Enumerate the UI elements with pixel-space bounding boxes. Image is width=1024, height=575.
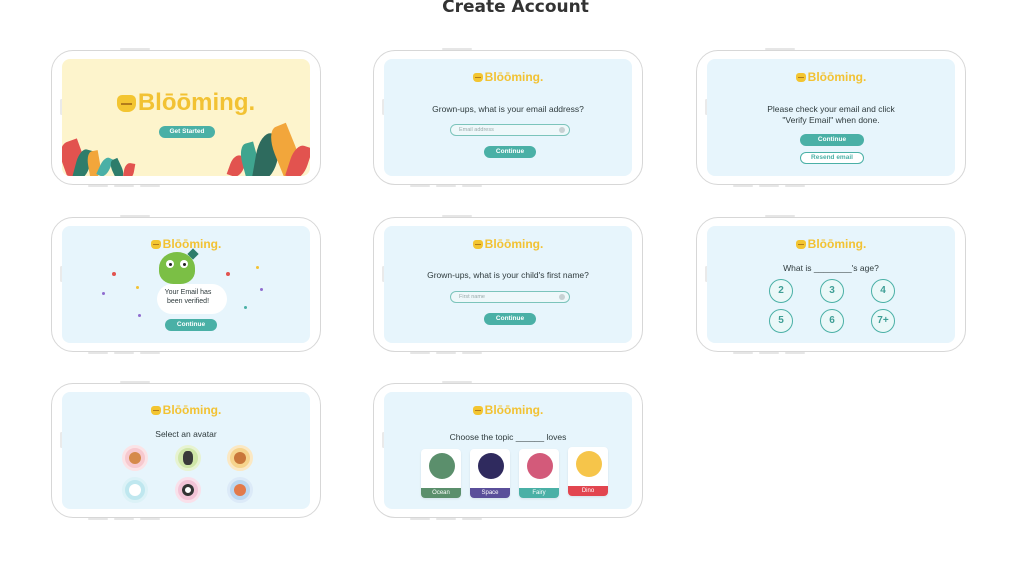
phone-child-name: Blōōming. Grown-ups, what is your child'… (373, 215, 643, 354)
bee-icon (472, 73, 483, 82)
bee-icon (795, 73, 806, 82)
clear-icon[interactable] (559, 294, 565, 300)
space-icon (478, 453, 504, 479)
brand-logo: Blōōming. (384, 237, 632, 251)
zebra-avatar[interactable] (175, 445, 201, 471)
continue-button[interactable]: Continue (484, 146, 536, 158)
brand-logo: Blōōming. (384, 403, 632, 417)
bee-icon (472, 240, 483, 249)
phone-avatar: Blōōming. Select an avatar (51, 381, 321, 520)
continue-button[interactable]: Continue (484, 313, 536, 325)
get-started-button[interactable]: Get Started (159, 126, 215, 138)
fairy-castle-icon (527, 453, 553, 479)
bee-icon (472, 406, 483, 415)
brand-logo: Blōōming. (707, 70, 955, 84)
verified-message-line2: been verified! (166, 298, 210, 305)
age-option-6[interactable]: 6 (820, 309, 844, 333)
welcome-screen: Blōōming. Get Started (62, 59, 310, 176)
topic-card-dino[interactable]: Dino (568, 447, 608, 496)
email-prompt: Grown-ups, what is your email address? (432, 104, 584, 114)
avatar-screen: Blōōming. Select an avatar (62, 392, 310, 509)
resend-email-button[interactable]: Resend email (800, 152, 864, 164)
dino-icon (576, 451, 602, 477)
phone-age: Blōōming. What is ________'s age? 2 3 4 … (696, 215, 966, 354)
bee-icon (795, 240, 806, 249)
age-option-2[interactable]: 2 (769, 279, 793, 303)
age-option-5[interactable]: 5 (769, 309, 793, 333)
topic-prompt: Choose the topic ______ loves (449, 432, 567, 442)
age-option-4[interactable]: 4 (871, 279, 895, 303)
page-title: Create Account (442, 0, 589, 17)
age-option-3[interactable]: 3 (820, 279, 844, 303)
topic-card-space[interactable]: Space (470, 449, 510, 498)
verify-screen: Blōōming. Please check your email and cl… (707, 59, 955, 176)
phone-verify: Blōōming. Please check your email and cl… (696, 48, 966, 187)
phone-topic: Blōōming. Choose the topic ______ loves … (373, 381, 643, 520)
bear-avatar[interactable] (122, 445, 148, 471)
age-option-7-plus[interactable]: 7+ (871, 309, 895, 333)
child-name-screen: Blōōming. Grown-ups, what is your child'… (384, 226, 632, 343)
age-screen: Blōōming. What is ________'s age? 2 3 4 … (707, 226, 955, 343)
topic-card-fairy[interactable]: Fairy (519, 449, 559, 498)
brand-logo: Blōōming. (62, 237, 310, 251)
topic-card-ocean[interactable]: Ocean (421, 449, 461, 498)
phone-verified: Blōōming. Your Email has been verified! … (51, 215, 321, 354)
topic-screen: Blōōming. Choose the topic ______ loves … (384, 392, 632, 509)
child-name-prompt: Grown-ups, what is your child's first na… (427, 270, 589, 280)
brand-logo: Blōōming. (62, 403, 310, 417)
phone-email: Blōōming. Grown-ups, what is your email … (373, 48, 643, 187)
continue-button[interactable]: Continue (800, 134, 864, 146)
panda-avatar[interactable] (175, 477, 201, 503)
verify-prompt-line2: "Verify Email" when done. (782, 115, 880, 125)
first-name-field[interactable]: First name (450, 291, 570, 303)
bee-icon (116, 95, 136, 112)
verified-message-line1: Your Email has (164, 289, 212, 296)
verified-screen: Blōōming. Your Email has been verified! … (62, 226, 310, 343)
email-screen: Blōōming. Grown-ups, what is your email … (384, 59, 632, 176)
email-field[interactable]: Email address (450, 124, 570, 136)
monkey-avatar[interactable] (227, 445, 253, 471)
bee-icon (150, 240, 161, 249)
brand-logo: Blōōming. (707, 237, 955, 251)
clear-icon[interactable] (559, 127, 565, 133)
penguin-avatar[interactable] (227, 477, 253, 503)
age-prompt: What is ________'s age? (783, 263, 879, 273)
verify-prompt-line1: Please check your email and click (767, 104, 895, 114)
phone-welcome: Blōōming. Get Started (51, 48, 321, 187)
bird-avatar[interactable] (122, 477, 148, 503)
bee-icon (150, 406, 161, 415)
brand-logo: Blōōming. (384, 70, 632, 84)
ocean-icon (429, 453, 455, 479)
brand-logo: Blōōming. (62, 89, 310, 117)
avatar-prompt: Select an avatar (155, 429, 217, 439)
continue-button[interactable]: Continue (165, 319, 217, 331)
